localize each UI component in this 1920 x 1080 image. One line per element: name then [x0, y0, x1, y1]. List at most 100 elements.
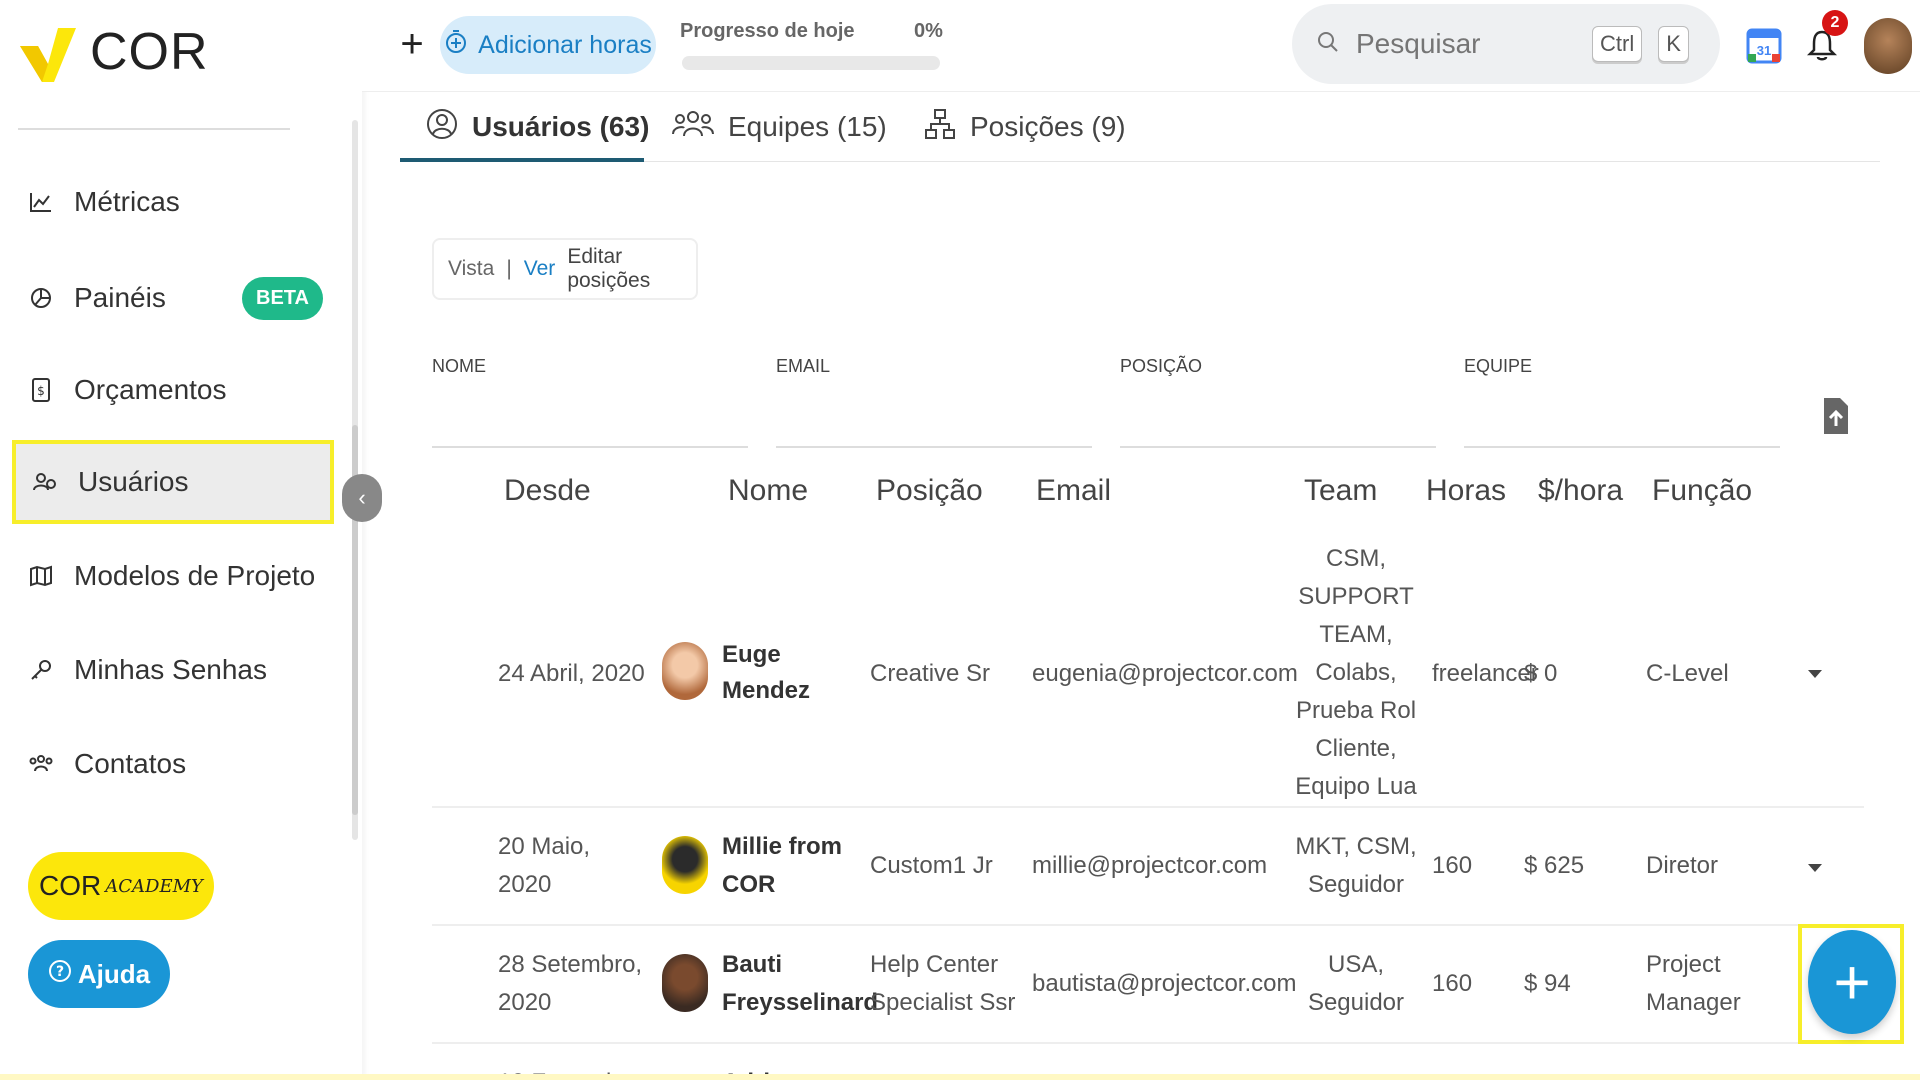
row-since-line1: 20 Maio,	[498, 833, 591, 860]
help-button[interactable]: ? Ajuda	[28, 940, 170, 1008]
row-hours: 160	[1432, 970, 1473, 997]
table-row[interactable]: 20 Maio, 2020 Millie from COR Custom1 Jr…	[432, 808, 1864, 926]
chevron-down-icon[interactable]	[1808, 670, 1822, 678]
org-chart-icon	[924, 108, 956, 147]
google-calendar-icon[interactable]: 31	[1744, 26, 1784, 66]
sidebar-item-contatos[interactable]: Contatos	[12, 722, 334, 806]
row-name-line2[interactable]: Freysselinard	[722, 984, 878, 1022]
bottom-highlight-strip	[0, 1074, 1920, 1080]
tab-label: Equipes (15)	[728, 111, 887, 142]
team-line: USA,	[1327, 951, 1384, 978]
search-input[interactable]	[1356, 28, 1576, 60]
row-email: bautista@projectcor.com	[1032, 970, 1297, 997]
academy-script-label: ACADEMY	[105, 875, 203, 897]
sidebar-item-usuarios[interactable]: Usuários	[12, 440, 334, 524]
tab-usuarios[interactable]: Usuários (63)	[426, 92, 649, 162]
tab-posicoes[interactable]: Posições (9)	[924, 92, 1126, 162]
sidebar-item-minhas-senhas[interactable]: Minhas Senhas	[12, 628, 334, 712]
row-team: USA, Seguidor	[1288, 946, 1424, 1022]
topbar: + Adicionar horas Progresso de hoje 0% C…	[362, 0, 1920, 92]
column-header-desde[interactable]: Desde	[504, 474, 591, 508]
chevron-down-icon[interactable]	[1808, 864, 1822, 872]
sidebar-item-label: Orçamentos	[74, 374, 227, 405]
progress-label: Progresso de hoje	[680, 20, 855, 42]
team-line: Cliente,	[1315, 735, 1397, 762]
column-header-team[interactable]: Team	[1304, 474, 1377, 508]
export-file-icon[interactable]	[1822, 396, 1850, 436]
edit-positions-link[interactable]: Editar posições	[567, 245, 696, 293]
view-separator: |	[506, 257, 512, 280]
row-position: Custom1 Jr	[870, 852, 993, 879]
search-icon	[1316, 30, 1340, 59]
team-line: Seguidor	[1307, 871, 1405, 898]
cor-logo-mark-icon	[20, 28, 76, 82]
filter-nome[interactable]: NOME	[432, 356, 748, 448]
filter-label: NOME	[432, 356, 486, 376]
tabs: Usuários (63) Equipes (15) Posições (9)	[400, 92, 1880, 162]
active-tab-indicator	[400, 158, 644, 162]
column-header-rate[interactable]: $/hora	[1538, 474, 1623, 508]
sidebar-item-modelos-de-projeto[interactable]: Modelos de Projeto	[12, 534, 334, 618]
avatar	[662, 642, 708, 700]
row-position: Creative Sr	[870, 660, 991, 687]
svg-text:?: ?	[56, 964, 64, 980]
kbd-ctrl: Ctrl	[1592, 26, 1643, 62]
row-name-line1[interactable]: Millie from	[722, 828, 842, 866]
row-name-line2[interactable]: Mendez	[722, 672, 810, 710]
filter-equipe[interactable]: EQUIPE	[1464, 356, 1780, 448]
view-ver-link[interactable]: Ver	[524, 257, 556, 281]
row-email: eugenia@projectcor.com	[1032, 660, 1298, 687]
add-user-fab-button[interactable]: +	[1808, 930, 1896, 1034]
sidebar-item-metricas[interactable]: Métricas	[12, 160, 334, 244]
progress-percent: 0%	[914, 20, 943, 42]
team-line: Seguidor	[1307, 989, 1405, 1016]
cor-logo[interactable]: COR	[16, 20, 209, 84]
beta-badge: BETA	[242, 276, 323, 320]
row-name-line2[interactable]: COR	[722, 866, 775, 904]
search-box[interactable]: Ctrl K	[1292, 4, 1720, 84]
row-name-line1[interactable]: Euge	[722, 636, 781, 674]
column-header-horas[interactable]: Horas	[1426, 474, 1506, 508]
user-avatar[interactable]	[1864, 18, 1912, 74]
row-team: CSM, SUPPORT TEAM, Colabs, Prueba Rol Cl…	[1288, 540, 1424, 806]
column-header-posicao[interactable]: Posição	[876, 474, 983, 508]
plus-icon: +	[1833, 946, 1871, 1018]
table-row[interactable]: 28 Setembro, 2020 Bauti Freysselinard He…	[432, 926, 1864, 1044]
avatar	[662, 836, 708, 894]
row-team: MKT, CSM, Seguidor	[1288, 828, 1424, 904]
filter-label: EMAIL	[776, 356, 831, 376]
add-hours-button[interactable]: Adicionar horas	[440, 16, 656, 74]
row-since-line2: 2020	[498, 989, 552, 1016]
chevron-left-icon: ‹	[358, 485, 366, 510]
cor-logo-text: COR	[90, 23, 209, 81]
filter-posicao[interactable]: POSIÇÃO	[1120, 356, 1436, 448]
row-position-line2: Specialist Ssr	[870, 989, 1016, 1016]
cor-academy-button[interactable]: COR ACADEMY	[28, 852, 214, 920]
sidebar: COR Métricas Painéis BETA $ Orçamentos U…	[0, 0, 362, 1080]
tab-equipes[interactable]: Equipes (15)	[672, 92, 887, 162]
table-row[interactable]: 24 Abril, 2020 Euge Mendez Creative Sr e…	[432, 540, 1864, 808]
collapse-sidebar-button[interactable]: ‹	[342, 474, 382, 522]
add-hours-label: Adicionar horas	[478, 30, 652, 59]
column-header-email[interactable]: Email	[1036, 474, 1111, 508]
row-email: millie@projectcor.com	[1032, 852, 1268, 879]
row-since-line2: 2020	[498, 871, 552, 898]
sidebar-divider	[18, 128, 290, 130]
filter-email[interactable]: EMAIL	[776, 356, 1092, 448]
row-role-line1: Project	[1646, 951, 1721, 978]
column-header-funcao[interactable]: Função	[1652, 474, 1752, 508]
sidebar-item-label: Contatos	[74, 748, 187, 779]
sidebar-item-orcamentos[interactable]: $ Orçamentos	[12, 348, 334, 432]
key-icon	[28, 657, 54, 683]
team-line: CSM,	[1326, 545, 1386, 572]
users-gear-icon	[32, 469, 58, 495]
row-rate: $ 625	[1524, 852, 1585, 879]
row-name-line1[interactable]: Bauti	[722, 946, 782, 984]
notification-count-badge: 2	[1822, 10, 1848, 36]
sidebar-item-label: Modelos de Projeto	[74, 560, 316, 591]
column-header-nome[interactable]: Nome	[728, 474, 808, 508]
sidebar-item-paineis[interactable]: Painéis BETA	[12, 256, 334, 340]
map-icon	[28, 563, 54, 589]
create-new-button[interactable]: +	[390, 22, 434, 66]
row-rate: $ 0	[1524, 660, 1558, 687]
